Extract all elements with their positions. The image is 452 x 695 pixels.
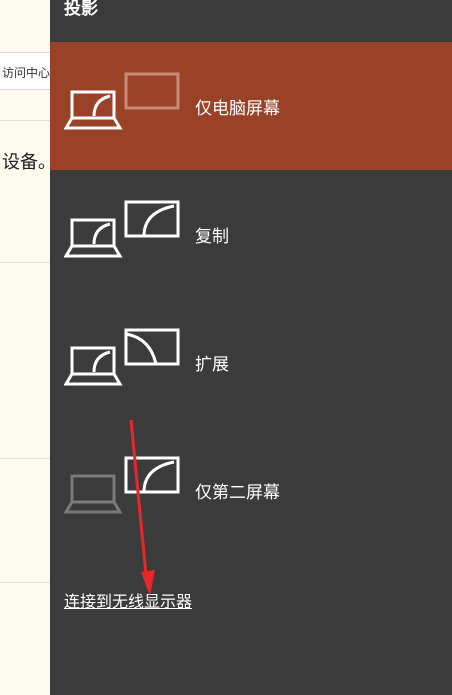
option-second-screen-only[interactable]: 仅第二屏幕 — [50, 426, 452, 554]
option-label: 仅第二屏幕 — [195, 483, 280, 503]
background-app: 访问中心 设备。 — [0, 0, 50, 695]
divider — [0, 120, 50, 121]
divider — [0, 458, 50, 459]
extend-icon — [64, 328, 180, 386]
option-label: 复制 — [195, 227, 229, 247]
divider — [0, 582, 50, 583]
project-panel: 投影 仅电脑屏幕 复制 扩展 仅第二屏幕 连接到无线显示器 — [50, 0, 452, 695]
option-pc-screen-only[interactable]: 仅电脑屏幕 — [50, 42, 452, 170]
divider — [0, 262, 50, 263]
option-extend[interactable]: 扩展 — [50, 298, 452, 426]
pc-screen-only-icon — [64, 72, 180, 130]
background-body-text: 设备。 — [2, 152, 50, 173]
option-label: 扩展 — [195, 355, 229, 375]
second-screen-only-icon — [64, 456, 180, 514]
option-duplicate[interactable]: 复制 — [50, 170, 452, 298]
duplicate-icon — [64, 200, 180, 258]
connect-wireless-display-link[interactable]: 连接到无线显示器 — [64, 588, 192, 612]
panel-title: 投影 — [64, 0, 98, 19]
background-tab-text: 访问中心 — [2, 66, 50, 80]
option-label: 仅电脑屏幕 — [195, 99, 280, 119]
